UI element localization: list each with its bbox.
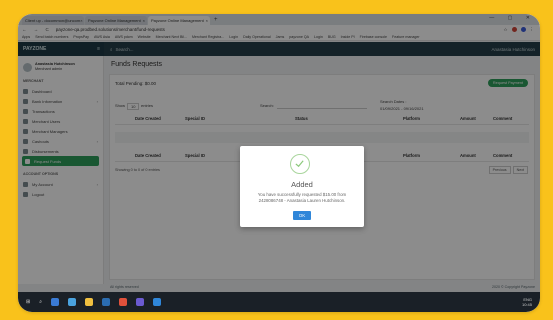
windows-start-icon[interactable]: ⊞ — [26, 299, 30, 305]
ok-button[interactable]: OK — [293, 211, 311, 220]
mail-icon[interactable] — [153, 298, 162, 306]
system-tray[interactable]: ENG 10:45 — [522, 297, 532, 307]
app-icon[interactable] — [136, 298, 145, 306]
store-icon[interactable] — [102, 298, 111, 306]
dialog-message: You have successfully requested $15.00 f… — [257, 192, 347, 203]
success-check-icon — [290, 154, 310, 174]
edge-browser-icon[interactable] — [68, 298, 77, 306]
screenshot-card: Client up - docommon@uncom × Payzone Onli… — [18, 14, 540, 312]
windows-taskbar: ⊞ ⌕ ENG 10:45 — [18, 292, 540, 312]
taskbar-search-icon[interactable]: ⌕ — [39, 299, 42, 305]
tray-clock: 10:45 — [521, 302, 532, 307]
dialog-title: Added — [291, 180, 313, 189]
success-dialog: Added You have successfully requested $1… — [240, 146, 364, 227]
desktop-screen: Client up - docommon@uncom × Payzone Onli… — [18, 14, 540, 312]
file-explorer-icon[interactable] — [85, 298, 94, 306]
task-view-icon[interactable] — [51, 298, 60, 306]
chrome-icon[interactable] — [119, 298, 128, 306]
